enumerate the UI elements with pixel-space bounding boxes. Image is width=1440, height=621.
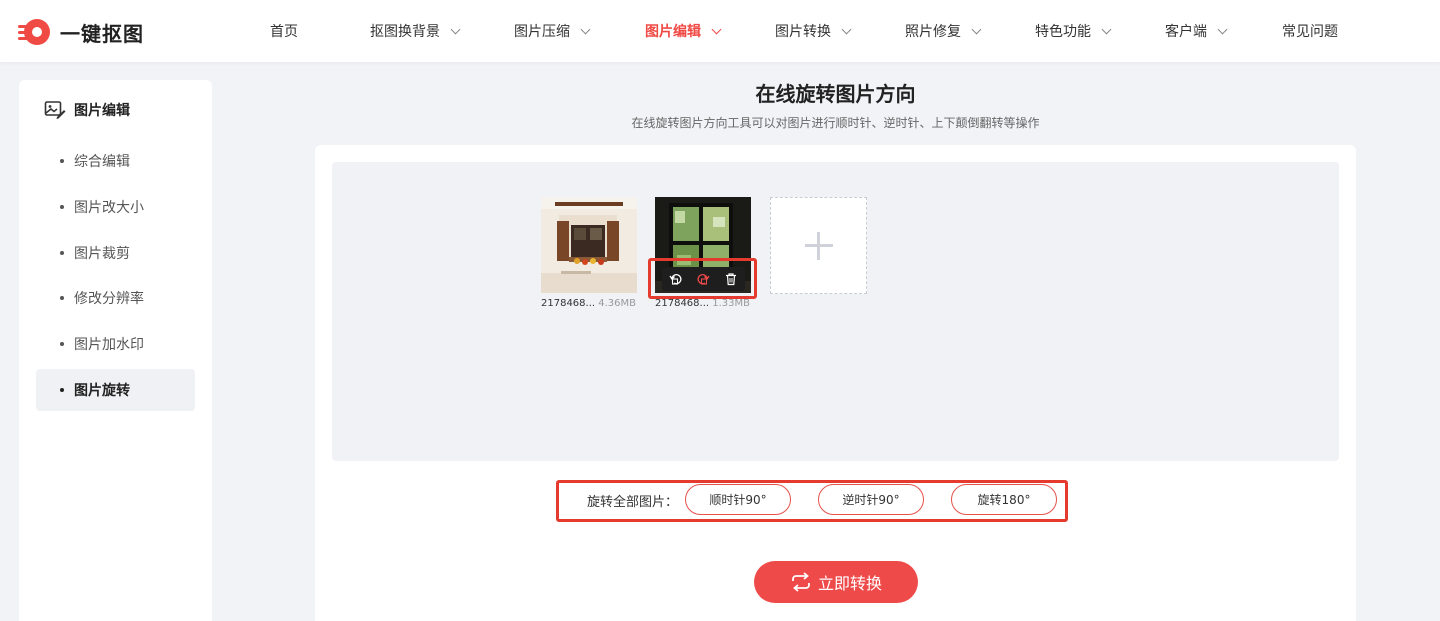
bullet-icon xyxy=(60,342,64,347)
file-size: 4.36MB xyxy=(598,298,637,309)
convert-now-button[interactable]: 立即转换 xyxy=(754,561,918,603)
nav-item-label: 图片编辑 xyxy=(645,24,701,40)
convert-button-label: 立即转换 xyxy=(817,574,882,593)
nav-item-label: 客户端 xyxy=(1165,24,1207,40)
bullet-icon xyxy=(60,250,64,255)
bullet-icon xyxy=(60,204,64,209)
sidebar-item-label: 综合编辑 xyxy=(74,154,130,170)
chevron-down-icon xyxy=(580,24,591,34)
chevron-down-icon xyxy=(841,24,852,34)
chevron-down-icon xyxy=(1217,24,1228,34)
chevron-down-icon xyxy=(711,24,722,34)
nav-item[interactable]: 抠图换背景 xyxy=(370,0,461,62)
sidebar-title: 图片编辑 xyxy=(74,103,130,119)
bullet-icon xyxy=(60,296,64,301)
image-dropzone[interactable]: 2178468... 4.36MB 2178468... 1.33MB xyxy=(332,162,1339,461)
nav-item-label: 照片修复 xyxy=(905,24,961,40)
sidebar-item-label: 图片裁剪 xyxy=(74,245,130,262)
sidebar-item-label: 图片加水印 xyxy=(74,337,144,354)
nav-item-label: 图片转换 xyxy=(775,24,831,40)
highlight-box-toolbar xyxy=(648,258,757,299)
bullet-icon xyxy=(60,159,64,163)
nav-item[interactable]: 图片转换 xyxy=(775,0,852,62)
nav-item-label: 特色功能 xyxy=(1035,24,1091,40)
bullet-icon xyxy=(60,388,64,392)
page-title: 在线旋转图片方向 xyxy=(755,82,916,106)
image-card[interactable]: 2178468... 4.36MB xyxy=(541,197,637,309)
chevron-down-icon xyxy=(1101,24,1112,34)
nav-item[interactable]: 客户端 xyxy=(1165,0,1228,62)
add-image-button[interactable] xyxy=(770,197,867,294)
sidebar-item[interactable]: 图片加水印 xyxy=(36,323,195,365)
nav-item[interactable]: 图片编辑 xyxy=(645,0,722,62)
nav-item[interactable]: 照片修复 xyxy=(905,0,982,62)
nav-item-label: 抠图换背景 xyxy=(370,24,440,40)
sidebar-item-label: 图片改大小 xyxy=(74,199,144,216)
sidebar-header: 图片编辑 xyxy=(44,100,130,120)
main-panel: 2178468... 4.36MB 2178468... 1.33MB xyxy=(315,145,1356,621)
nav-item-label: 图片压缩 xyxy=(514,24,570,40)
nav-item[interactable]: 特色功能 xyxy=(1035,0,1112,62)
logo-icon xyxy=(18,17,52,47)
sidebar-item-label: 修改分辨率 xyxy=(74,291,144,308)
sidebar-item[interactable]: 图片旋转 xyxy=(36,369,195,411)
brand-name: 一键抠图 xyxy=(60,21,144,46)
photo-wall-window xyxy=(541,197,637,293)
sidebar-item[interactable]: 综合编辑 xyxy=(36,140,195,182)
page-subtitle: 在线旋转图片方向工具可以对图片进行顺时针、逆时针、上下颠倒翻转等操作 xyxy=(631,116,1040,130)
sidebar-item[interactable]: 修改分辨率 xyxy=(36,277,195,319)
file-caption: 2178468... 1.33MB xyxy=(655,298,751,309)
nav-item[interactable]: 图片压缩 xyxy=(514,0,591,62)
nav-item[interactable]: 首页 xyxy=(270,0,298,62)
nav-item[interactable]: 常见问题 xyxy=(1282,0,1338,62)
sidebar-item-label: 图片旋转 xyxy=(74,383,130,399)
image-thumbnail[interactable] xyxy=(541,197,637,293)
brand-logo[interactable]: 一键抠图 xyxy=(18,17,144,47)
nav-item-label: 常见问题 xyxy=(1282,24,1338,40)
sidebar-item[interactable]: 图片裁剪 xyxy=(36,232,195,274)
file-size: 1.33MB xyxy=(712,298,751,309)
convert-icon xyxy=(792,572,810,592)
file-name: 2178468... xyxy=(655,298,710,309)
sidebar: 图片编辑 综合编辑图片改大小图片裁剪修改分辨率图片加水印图片旋转 xyxy=(19,80,212,621)
highlight-box-rotate-all xyxy=(556,480,1068,522)
file-name: 2178468... xyxy=(541,298,596,309)
file-caption: 2178468... 4.36MB xyxy=(541,298,637,309)
sidebar-item[interactable]: 图片改大小 xyxy=(36,186,195,228)
image-edit-icon xyxy=(44,101,66,119)
nav-item-label: 首页 xyxy=(270,24,298,40)
chevron-down-icon xyxy=(971,24,982,34)
chevron-down-icon xyxy=(450,24,461,34)
top-header: 一键抠图 首页 抠图换背景 图片压缩 图片编辑 图片转换 照片修复 特色功能 客户端 常见问题 xyxy=(0,0,1440,62)
